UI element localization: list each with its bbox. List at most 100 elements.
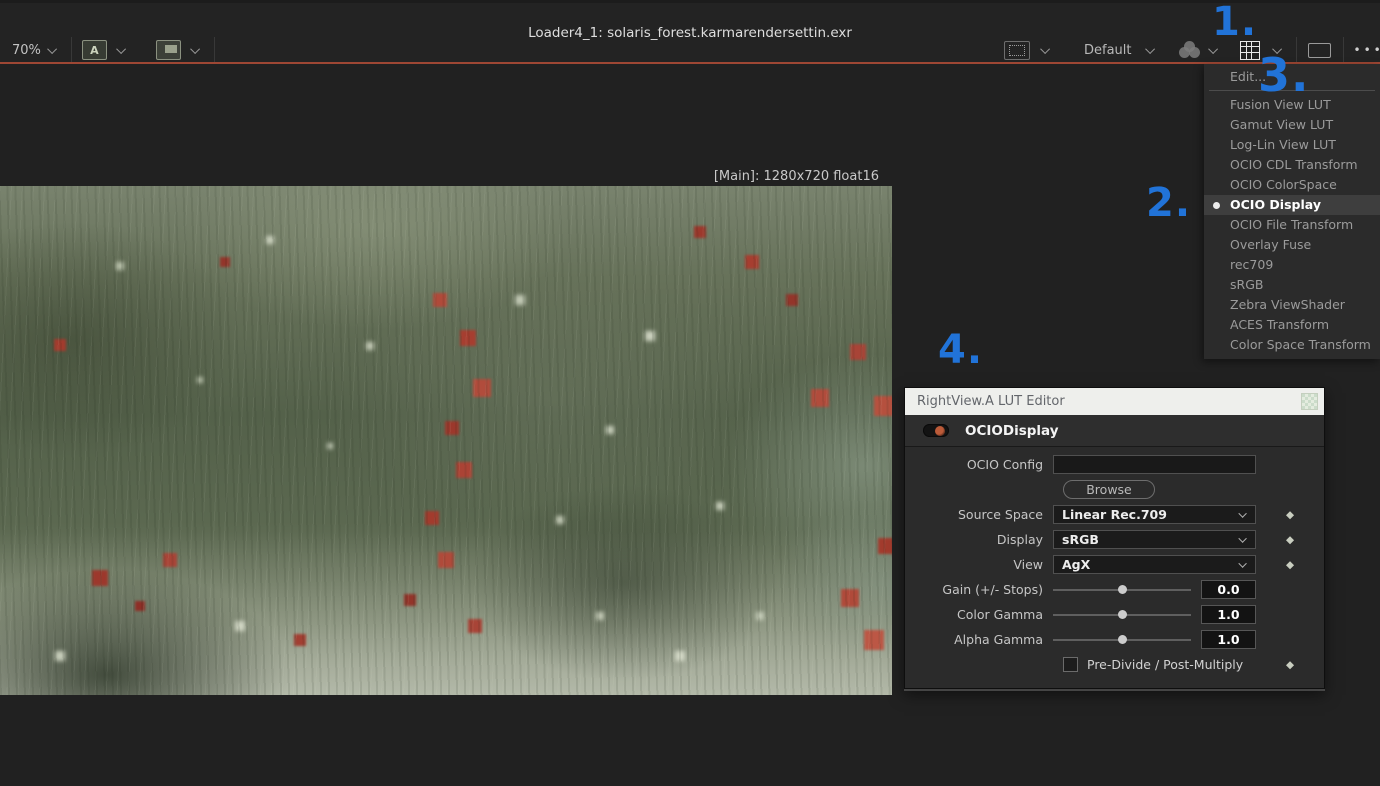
color-gamma-label: Color Gamma	[905, 607, 1053, 622]
color-controls-button[interactable]	[1179, 41, 1201, 59]
alpha-gamma-value-box[interactable]: 1.0	[1201, 630, 1256, 649]
more-options-button[interactable]: •••	[1354, 43, 1380, 57]
subview-button[interactable]	[156, 40, 181, 60]
lut-dropdown-menu: Edit... Fusion View LUT Gamut View LUT L…	[1204, 64, 1380, 359]
lut-menu-item-label: Gamut View LUT	[1230, 117, 1333, 132]
lut-menu-item[interactable]: ACES Transform	[1204, 315, 1380, 335]
lut-menu-item[interactable]: sRGB	[1204, 275, 1380, 295]
dialog-titlebar[interactable]: RightView.A LUT Editor	[905, 388, 1324, 415]
alpha-gamma-slider[interactable]	[1053, 630, 1191, 649]
annotation-step-1: 1.	[1212, 2, 1257, 42]
source-space-value: Linear Rec.709	[1062, 507, 1167, 522]
slider-thumb[interactable]	[1118, 610, 1127, 619]
toolbar-right-group: Default ••• Inspector	[1004, 36, 1380, 64]
channel-a-button[interactable]: A	[82, 40, 107, 60]
viewer-profile-select[interactable]: Default	[1084, 43, 1132, 58]
node-header-row: OCIODisplay	[905, 415, 1324, 447]
color-dropdown-chevron-icon[interactable]	[1208, 44, 1218, 54]
slider-thumb[interactable]	[1118, 585, 1127, 594]
lut-menu-item[interactable]: Color Space Transform	[1204, 335, 1380, 355]
source-space-label: Source Space	[905, 507, 1053, 522]
lut-menu-item[interactable]: OCIO CDL Transform	[1204, 155, 1380, 175]
predivide-label: Pre-Divide / Post-Multiply	[1087, 657, 1243, 672]
predivide-checkbox[interactable]	[1063, 657, 1078, 672]
toolbar-divider	[214, 37, 215, 63]
lut-menu-item-label: rec709	[1230, 257, 1273, 272]
annotation-step-2: 2.	[1146, 183, 1191, 223]
render-image[interactable]	[0, 186, 892, 695]
browse-button-label: Browse	[1086, 482, 1132, 497]
ocio-config-row: OCIO Config	[905, 455, 1324, 474]
toolbar-divider	[71, 37, 72, 63]
alpha-gamma-row: Alpha Gamma 1.0	[905, 630, 1324, 649]
lut-editor-body: OCIO Config Browse Source Space Linear R…	[905, 447, 1324, 688]
display-modifier-diamond-icon[interactable]: ◆	[1286, 534, 1294, 546]
profile-dropdown-chevron-icon[interactable]	[1145, 44, 1155, 54]
lut-menu-item-label: Color Space Transform	[1230, 337, 1371, 352]
lut-menu-item-label: OCIO Display	[1230, 197, 1321, 212]
lut-menu-item[interactable]: Zebra ViewShader	[1204, 295, 1380, 315]
selected-bullet-icon	[1213, 202, 1220, 209]
annotation-step-3: 3.	[1258, 52, 1309, 98]
viewer-resolution-label: [Main]: 1280x720 float16	[0, 169, 879, 184]
lut-menu-item[interactable]: OCIO File Transform	[1204, 215, 1380, 235]
lut-menu-item-label: OCIO ColorSpace	[1230, 177, 1337, 192]
color-gamma-slider[interactable]	[1053, 605, 1191, 624]
lut-menu-item[interactable]: OCIO ColorSpace	[1204, 175, 1380, 195]
toolbar-divider	[1343, 37, 1344, 63]
predivide-row: Pre-Divide / Post-Multiply ◆	[905, 655, 1324, 674]
roi-dropdown-chevron-icon[interactable]	[1040, 44, 1050, 54]
ocio-config-label: OCIO Config	[905, 457, 1053, 472]
gain-slider[interactable]	[1053, 580, 1191, 599]
display-label: Display	[905, 532, 1053, 547]
browse-row: Browse	[905, 480, 1324, 499]
chevron-down-icon	[1238, 509, 1246, 517]
color-gamma-value-box[interactable]: 1.0	[1201, 605, 1256, 624]
lut-editor-dialog: RightView.A LUT Editor OCIODisplay OCIO …	[904, 387, 1325, 689]
lut-menu-item-label: OCIO File Transform	[1230, 217, 1353, 232]
view-modifier-diamond-icon[interactable]: ◆	[1286, 559, 1294, 571]
gain-label: Gain (+/- Stops)	[905, 582, 1053, 597]
dialog-pin-icon[interactable]	[1301, 393, 1318, 410]
display-row: Display sRGB ◆	[905, 530, 1324, 549]
view-dropdown[interactable]: AgX	[1053, 555, 1256, 574]
chevron-down-icon	[47, 44, 57, 54]
lut-menu-item[interactable]: Log-Lin View LUT	[1204, 135, 1380, 155]
display-value: sRGB	[1062, 532, 1099, 547]
viewer-toolbar: Loader4_1: solaris_forest.karmarenderset…	[0, 0, 1380, 64]
annotation-step-4: 4.	[938, 330, 983, 370]
view-row: View AgX ◆	[905, 555, 1324, 574]
view-value: AgX	[1062, 557, 1090, 572]
chevron-down-icon	[1238, 559, 1246, 567]
lut-menu-list: Fusion View LUT Gamut View LUT Log-Lin V…	[1204, 95, 1380, 355]
lut-menu-item[interactable]: OCIO Display	[1204, 195, 1380, 215]
predivide-modifier-diamond-icon[interactable]: ◆	[1286, 659, 1294, 671]
viewer-layout-button[interactable]	[1308, 43, 1331, 58]
lut-menu-item[interactable]: Overlay Fuse	[1204, 235, 1380, 255]
dialog-title: RightView.A LUT Editor	[917, 394, 1065, 409]
zoom-level-select[interactable]: 70%	[0, 43, 71, 58]
node-enable-toggle[interactable]	[923, 424, 949, 437]
lut-menu-item[interactable]: rec709	[1204, 255, 1380, 275]
roi-button[interactable]	[1004, 41, 1030, 60]
slider-thumb[interactable]	[1118, 635, 1127, 644]
source-space-dropdown[interactable]: Linear Rec.709	[1053, 505, 1256, 524]
display-dropdown[interactable]: sRGB	[1053, 530, 1256, 549]
subview-icon	[165, 45, 177, 53]
chevron-down-icon	[1238, 534, 1246, 542]
browse-button[interactable]: Browse	[1063, 480, 1155, 499]
roi-dotted-rect-icon	[1009, 45, 1025, 56]
gain-row: Gain (+/- Stops) 0.0	[905, 580, 1324, 599]
ocio-config-input[interactable]	[1053, 455, 1256, 474]
channel-dropdown-chevron-icon[interactable]	[116, 44, 126, 54]
lut-menu-item-label: OCIO CDL Transform	[1230, 157, 1358, 172]
alpha-gamma-label: Alpha Gamma	[905, 632, 1053, 647]
view-label: View	[905, 557, 1053, 572]
source-space-modifier-diamond-icon[interactable]: ◆	[1286, 509, 1294, 521]
lut-menu-item[interactable]: Gamut View LUT	[1204, 115, 1380, 135]
toggle-knob-icon	[935, 426, 945, 436]
subview-dropdown-chevron-icon[interactable]	[190, 44, 200, 54]
lut-menu-item-label: ACES Transform	[1230, 317, 1329, 332]
gain-value-box[interactable]: 0.0	[1201, 580, 1256, 599]
lut-menu-item-label: Log-Lin View LUT	[1230, 137, 1336, 152]
